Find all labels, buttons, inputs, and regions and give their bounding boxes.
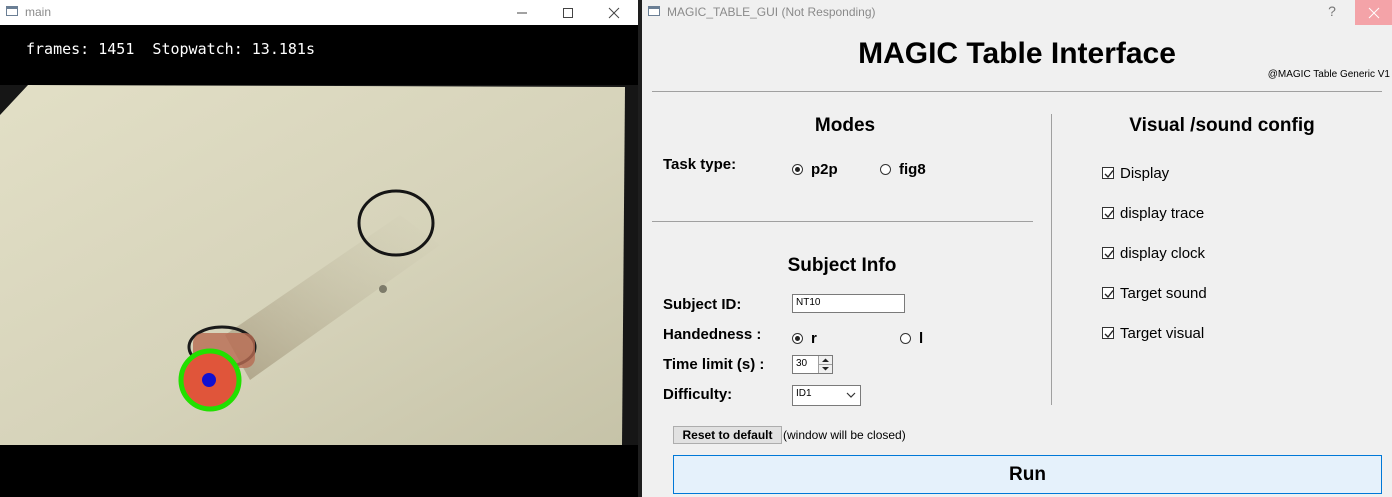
version-label: @MAGIC Table Generic V1 xyxy=(1267,69,1390,80)
close-icon xyxy=(1368,7,1379,19)
task-type-label: Task type: xyxy=(663,156,737,173)
subject-id-input[interactable]: NT10 xyxy=(792,294,905,313)
checkbox-display-clock[interactable] xyxy=(1102,247,1114,259)
checkbox-display-trace[interactable] xyxy=(1102,207,1114,219)
checkbox-target-sound-label: Target sound xyxy=(1120,285,1207,302)
close-button[interactable] xyxy=(591,0,637,25)
gui-window-title: MAGIC_TABLE_GUI (Not Responding) xyxy=(667,5,876,19)
checkmark-icon xyxy=(1104,290,1114,299)
checkbox-target-visual-label: Target visual xyxy=(1120,325,1205,342)
checkbox-display[interactable] xyxy=(1102,167,1114,179)
window-icon xyxy=(6,6,18,16)
help-button[interactable]: ? xyxy=(1309,0,1355,25)
difficulty-select[interactable]: ID1 xyxy=(792,385,861,406)
tracker-dot xyxy=(202,373,216,387)
magic-table-gui-window: MAGIC_TABLE_GUI (Not Responding) ? MAGIC… xyxy=(642,0,1392,497)
column-divider xyxy=(1051,114,1052,405)
main-titlebar: main xyxy=(0,0,638,25)
time-limit-label: Time limit (s) : xyxy=(663,356,765,373)
page-title: MAGIC Table Interface xyxy=(858,37,1176,70)
checkbox-target-sound[interactable] xyxy=(1102,287,1114,299)
subject-info-title: Subject Info xyxy=(787,255,897,276)
header-divider xyxy=(652,91,1382,92)
subject-id-label: Subject ID: xyxy=(663,296,742,313)
radio-left-hand-label: l xyxy=(919,330,924,347)
handedness-label: Handedness : xyxy=(663,326,762,343)
paper-spot xyxy=(379,285,387,293)
checkbox-display-clock-label: display clock xyxy=(1120,245,1206,262)
gui-titlebar: MAGIC_TABLE_GUI (Not Responding) ? xyxy=(642,0,1392,25)
modes-divider xyxy=(652,221,1033,222)
checkmark-icon xyxy=(1104,170,1114,179)
checkbox-target-visual[interactable] xyxy=(1102,327,1114,339)
time-limit-value: 30 xyxy=(796,358,808,369)
window-icon xyxy=(648,6,660,16)
checkbox-display-label: Display xyxy=(1120,165,1170,182)
checkmark-icon xyxy=(1104,250,1114,259)
gui-close-button[interactable] xyxy=(1355,0,1392,25)
spin-arrows-icon xyxy=(819,358,832,371)
paper-surface xyxy=(0,85,625,445)
difficulty-label: Difficulty: xyxy=(663,386,733,403)
minimize-icon xyxy=(517,12,527,14)
checkbox-display-trace-label: display trace xyxy=(1120,205,1205,222)
camera-feed xyxy=(0,85,638,445)
minimize-button[interactable] xyxy=(499,0,545,25)
spin-arrows[interactable] xyxy=(818,356,832,373)
radio-right-hand[interactable] xyxy=(792,333,803,344)
modes-title: Modes xyxy=(814,115,876,136)
reset-to-default-button[interactable]: Reset to default xyxy=(673,426,782,444)
maximize-button[interactable] xyxy=(545,0,591,25)
visual-sound-title: Visual /sound config xyxy=(1129,115,1315,136)
maximize-icon xyxy=(563,8,573,18)
frame-stopwatch-overlay: frames: 1451 Stopwatch: 13.181s xyxy=(26,40,315,58)
close-icon xyxy=(608,7,620,19)
chevron-down-icon xyxy=(846,392,856,398)
difficulty-value: ID1 xyxy=(796,388,812,399)
main-window-title: main xyxy=(25,5,52,19)
reset-note: (window will be closed) xyxy=(783,428,906,442)
run-button[interactable]: Run xyxy=(673,455,1382,494)
time-limit-spinbox[interactable]: 30 xyxy=(792,355,833,374)
main-window: main frames: 1451 Stopwatch: 13.181s xyxy=(0,0,638,497)
radio-p2p[interactable] xyxy=(792,164,803,175)
checkmark-icon xyxy=(1104,330,1114,339)
radio-fig8[interactable] xyxy=(880,164,891,175)
radio-right-hand-label: r xyxy=(811,330,817,347)
radio-fig8-label: fig8 xyxy=(899,161,926,178)
radio-left-hand[interactable] xyxy=(900,333,911,344)
checkmark-icon xyxy=(1104,210,1114,219)
radio-p2p-label: p2p xyxy=(811,161,838,178)
